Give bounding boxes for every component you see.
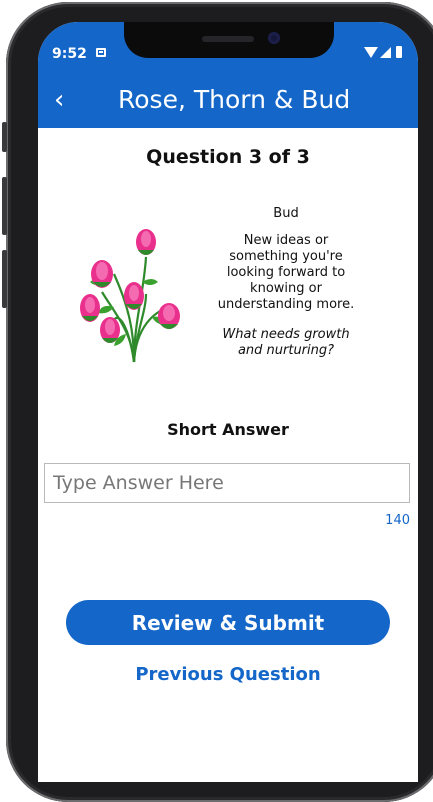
volume-up-button <box>2 177 7 235</box>
mute-switch <box>2 122 7 152</box>
rose-6 <box>100 317 120 343</box>
battery-icon <box>396 46 402 58</box>
front-camera <box>268 32 280 44</box>
page-title: Rose, Thorn & Bud <box>118 85 351 114</box>
app-header: ‹ Rose, Thorn & Bud <box>38 74 418 128</box>
wifi-icon <box>364 47 378 58</box>
char-counter: 140 <box>385 513 410 528</box>
notch <box>124 22 334 58</box>
prompt-title: Bud <box>273 206 299 221</box>
sim-card-icon <box>96 48 106 57</box>
phone-frame: 9:52 ‹ Rose, Thorn & Bud Question 3 of 3 <box>2 2 433 802</box>
rose-5 <box>158 303 180 329</box>
rose-3 <box>80 294 100 322</box>
question-progress: Question 3 of 3 <box>146 146 310 168</box>
prompt-description: Bud New ideas or something you're lookin… <box>212 206 360 359</box>
previous-question-link[interactable]: Previous Question <box>38 664 418 685</box>
prompt-question: What needs growth and nurturing? <box>222 327 350 358</box>
speaker-grille <box>202 36 254 42</box>
app-screen: 9:52 ‹ Rose, Thorn & Bud Question 3 of 3 <box>38 22 418 782</box>
rose-1 <box>91 260 113 288</box>
volume-down-button <box>2 250 7 308</box>
status-bar: 9:52 <box>38 22 418 74</box>
short-answer-label: Short Answer <box>167 420 289 439</box>
answer-input[interactable] <box>44 463 410 503</box>
prompt-body: New ideas or something you're looking fo… <box>217 233 355 312</box>
chevron-left-icon[interactable]: ‹ <box>54 86 84 116</box>
rose-bouquet-illustration <box>80 229 180 363</box>
cellular-signal-icon <box>380 47 391 58</box>
rose-2 <box>136 229 156 255</box>
rose-4 <box>124 282 144 310</box>
review-submit-button[interactable]: Review & Submit <box>66 600 390 645</box>
status-time: 9:52 <box>52 46 87 62</box>
